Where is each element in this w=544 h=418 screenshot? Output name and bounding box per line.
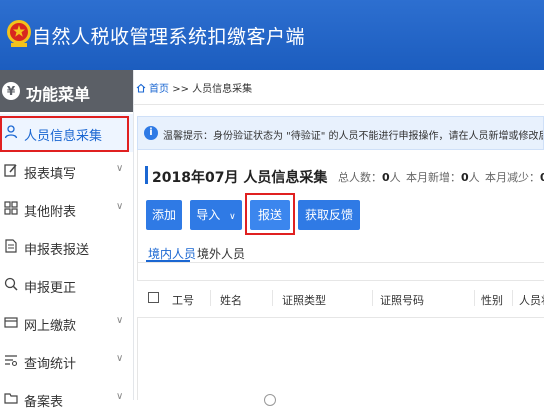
stat-new: 本月新增：0人 (406, 169, 480, 185)
column-header-name[interactable]: 姓名 (220, 292, 242, 308)
stat-new-label: 本月新增： (406, 171, 461, 184)
notice-banner: i 温馨提示：身份验证状态为 "待验证" 的人员不能进行申报操作，请在人员新增或… (137, 116, 544, 150)
main-panel (137, 150, 544, 400)
sidebar-item-label: 报表填写 (24, 167, 77, 182)
app-header: 自然人税收管理系统扣缴客户端 (0, 0, 544, 70)
column-divider (512, 290, 513, 306)
stat-new-value: 0 (461, 171, 469, 184)
notice-text: 温馨提示：身份验证状态为 "待验证" 的人员不能进行申报操作，请在人员新增或修改… (163, 127, 543, 142)
highlight-box-sidebar (0, 116, 129, 152)
wallet-icon (4, 315, 18, 329)
home-icon (136, 83, 146, 93)
sidebar-item-label: 备案表 (24, 395, 64, 410)
divider (133, 104, 544, 105)
chevron-down-icon: ∨ (116, 201, 124, 212)
stat-decrease-label: 本月减少： (485, 171, 540, 184)
sidebar-item-online-payment[interactable]: 网上缴款 ∨ (0, 304, 133, 342)
sidebar-item-label: 申报更正 (24, 281, 77, 296)
sidebar-item-label: 申报表报送 (24, 243, 90, 258)
title-accent-bar (145, 166, 148, 184)
active-tab-indicator (146, 260, 190, 262)
column-header-id-number[interactable]: 证照号码 (380, 292, 424, 308)
sidebar-item-filing-form[interactable]: 备案表 ∨ (0, 380, 133, 418)
sidebar-item-label: 查询统计 (24, 357, 77, 372)
notice-prefix: 温馨提示： (163, 131, 213, 142)
sidebar-header-label: 功能菜单 (26, 85, 91, 104)
get-feedback-button[interactable]: 获取反馈 (298, 200, 360, 230)
stat-decrease: 本月减少：0人 (485, 169, 544, 185)
column-header-employee-id[interactable]: 工号 (172, 292, 194, 308)
stat-decrease-value: 0 (540, 171, 544, 184)
breadcrumb-current: 人员信息采集 (192, 84, 253, 95)
tab-overseas-personnel[interactable]: 境外人员 (197, 245, 245, 262)
breadcrumb: 首页 >> 人员信息采集 (133, 80, 252, 102)
search-icon (4, 277, 18, 291)
notice-body: 身份验证状态为 "待验证" 的人员不能进行申报操作，请在人员新增或修改后及时 "… (213, 131, 543, 142)
breadcrumb-separator: >> (172, 84, 189, 95)
document-icon (4, 239, 18, 253)
stat-total: 总人数：0人 (338, 169, 401, 185)
grid-icon (4, 201, 18, 215)
stat-new-unit: 人 (468, 171, 480, 184)
chevron-down-icon: ∨ (229, 212, 236, 222)
chevron-down-icon: ∨ (116, 163, 124, 174)
column-divider (372, 290, 373, 306)
national-emblem-icon (7, 20, 31, 47)
column-divider (210, 290, 211, 306)
edit-icon (4, 163, 18, 177)
sidebar-item-report-correction[interactable]: 申报更正 (0, 266, 133, 304)
column-header-status[interactable]: 人员状 (519, 292, 544, 308)
info-icon: i (144, 126, 158, 140)
stat-total-unit: 人 (389, 171, 401, 184)
stat-total-value: 0 (382, 171, 390, 184)
import-dropdown-button[interactable]: 导入 ∨ (190, 200, 242, 230)
sidebar-item-report-fill[interactable]: 报表填写 ∨ (0, 152, 133, 190)
list-icon (4, 353, 18, 367)
add-button[interactable]: 添加 (146, 200, 182, 230)
chevron-down-icon: ∨ (116, 315, 124, 326)
sidebar-item-other-schedules[interactable]: 其他附表 ∨ (0, 190, 133, 228)
stat-total-label: 总人数： (338, 171, 382, 184)
sidebar-item-report-submit[interactable]: 申报表报送 (0, 228, 133, 266)
yen-icon: ¥ (2, 82, 20, 100)
chevron-down-icon: ∨ (116, 353, 124, 364)
select-all-checkbox[interactable] (148, 292, 159, 303)
column-divider (272, 290, 273, 306)
chevron-down-icon: ∨ (116, 391, 124, 402)
folder-icon (4, 391, 18, 405)
app-title: 自然人税收管理系统扣缴客户端 (32, 26, 306, 48)
column-header-gender[interactable]: 性别 (481, 292, 503, 308)
page-title: 2018年07月 人员信息采集 (152, 170, 328, 186)
loading-spinner-icon (264, 394, 276, 406)
sidebar-item-query-statistics[interactable]: 查询统计 ∨ (0, 342, 133, 380)
highlight-box-submit (245, 193, 295, 235)
column-divider (474, 290, 475, 306)
import-label: 导入 (196, 208, 221, 222)
column-header-id-type[interactable]: 证照类型 (282, 292, 326, 308)
sidebar-item-label: 网上缴款 (24, 319, 77, 334)
sidebar-header: ¥ 功能菜单 (0, 70, 133, 112)
sidebar-item-label: 其他附表 (24, 205, 77, 220)
breadcrumb-home-link[interactable]: 首页 (149, 84, 169, 95)
tabs-divider (137, 262, 544, 263)
